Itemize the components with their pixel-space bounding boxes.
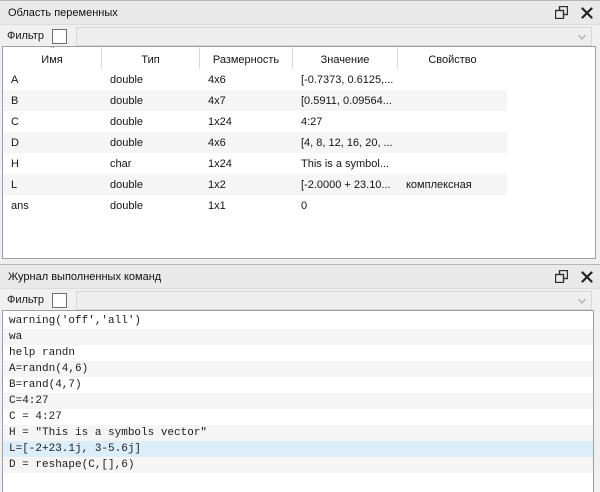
cell-name: A [3, 74, 102, 86]
history-command-item[interactable]: wa [3, 329, 593, 345]
history-panel: Журнал выполненных команд Фильтр [0, 264, 600, 311]
chevron-down-icon [577, 296, 587, 306]
variables-table-header: ^ Имя Тип Размерность Значение Свойство [3, 47, 595, 69]
cell-value: [-0.7373, 0.6125,... [293, 74, 398, 86]
undock-icon[interactable] [554, 5, 569, 20]
history-command-item[interactable]: H = "This is a symbols vector" [3, 425, 593, 441]
history-command-item[interactable]: D = reshape(C,[],6) [3, 457, 593, 473]
cell-size: 1x2 [200, 179, 293, 191]
cell-type: double [102, 137, 200, 149]
cell-name: H [3, 158, 102, 170]
cell-size: 1x1 [200, 200, 293, 212]
cell-name: L [3, 179, 102, 191]
history-command-item[interactable]: B=rand(4,7) [3, 377, 593, 393]
history-command-item[interactable]: L=[-2+23.1j, 3-5.6j] [3, 441, 593, 457]
cell-type: double [102, 116, 200, 128]
filter-combobox[interactable] [76, 27, 592, 46]
cell-size: 1x24 [200, 158, 293, 170]
variables-titlebar: Область переменных [0, 0, 600, 25]
sort-ascending-icon: ^ [3, 46, 102, 53]
cell-size: 4x6 [200, 137, 293, 149]
history-titlebar: Журнал выполненных команд [0, 264, 600, 289]
filter-label: Фильтр [7, 30, 44, 42]
cell-type: double [102, 179, 200, 191]
cell-name: ans [3, 200, 102, 212]
cell-size: 4x7 [200, 95, 293, 107]
cell-value: This is a symbol... [293, 158, 398, 170]
cell-value: 4:27 [293, 116, 398, 128]
column-header-value[interactable]: Значение [293, 47, 398, 69]
filter-combobox[interactable] [76, 291, 592, 310]
history-command-item[interactable]: C=4:27 [3, 393, 593, 409]
variables-filterbar: Фильтр [0, 25, 600, 47]
cell-type: double [102, 200, 200, 212]
variables-table[interactable]: ^ Имя Тип Размерность Значение Свойство … [2, 46, 596, 259]
cell-name: B [3, 95, 102, 107]
table-row[interactable]: Ldouble1x2[-2.0000 + 23.10...комплексная [3, 174, 507, 195]
column-header-attribute[interactable]: Свойство [398, 47, 507, 69]
cell-type: double [102, 74, 200, 86]
command-history-list[interactable]: warning('off','all')wahelp randnA=randn(… [2, 310, 594, 492]
cell-size: 1x24 [200, 116, 293, 128]
close-icon[interactable] [579, 269, 594, 284]
close-icon[interactable] [579, 5, 594, 20]
table-row[interactable]: ansdouble1x10 [3, 195, 507, 216]
undock-icon[interactable] [554, 269, 569, 284]
variables-panel-title: Область переменных [8, 7, 118, 19]
cell-type: double [102, 95, 200, 107]
history-filterbar: Фильтр [0, 289, 600, 311]
table-row[interactable]: Ddouble4x6[4, 8, 12, 16, 20, ... [3, 132, 507, 153]
cell-value: [0.5911, 0.09564... [293, 95, 398, 107]
cell-size: 4x6 [200, 74, 293, 86]
cell-name: C [3, 116, 102, 128]
cell-value: 0 [293, 200, 398, 212]
variables-panel: Область переменных Фильтр [0, 0, 600, 47]
history-command-item[interactable]: A=randn(4,6) [3, 361, 593, 377]
history-panel-title: Журнал выполненных команд [8, 271, 161, 283]
variables-table-body: Adouble4x6[-0.7373, 0.6125,...Bdouble4x7… [3, 69, 595, 216]
history-command-item[interactable]: help randn [3, 345, 593, 361]
table-row[interactable]: Bdouble4x7[0.5911, 0.09564... [3, 90, 507, 111]
cell-value: [4, 8, 12, 16, 20, ... [293, 137, 398, 149]
filter-checkbox[interactable] [52, 29, 67, 44]
cell-type: char [102, 158, 200, 170]
table-row[interactable]: Cdouble1x244:27 [3, 111, 507, 132]
column-header-size[interactable]: Размерность [200, 47, 293, 69]
table-row[interactable]: Adouble4x6[-0.7373, 0.6125,... [3, 69, 507, 90]
cell-name: D [3, 137, 102, 149]
table-row[interactable]: Hchar1x24This is a symbol... [3, 153, 507, 174]
history-command-item[interactable]: C = 4:27 [3, 409, 593, 425]
cell-value: [-2.0000 + 23.10... [293, 179, 398, 191]
column-header-type[interactable]: Тип [102, 47, 200, 69]
history-command-item[interactable]: warning('off','all') [3, 313, 593, 329]
chevron-down-icon [577, 32, 587, 42]
filter-checkbox[interactable] [52, 293, 67, 308]
filter-label: Фильтр [7, 294, 44, 306]
cell-attribute: комплексная [398, 179, 507, 191]
